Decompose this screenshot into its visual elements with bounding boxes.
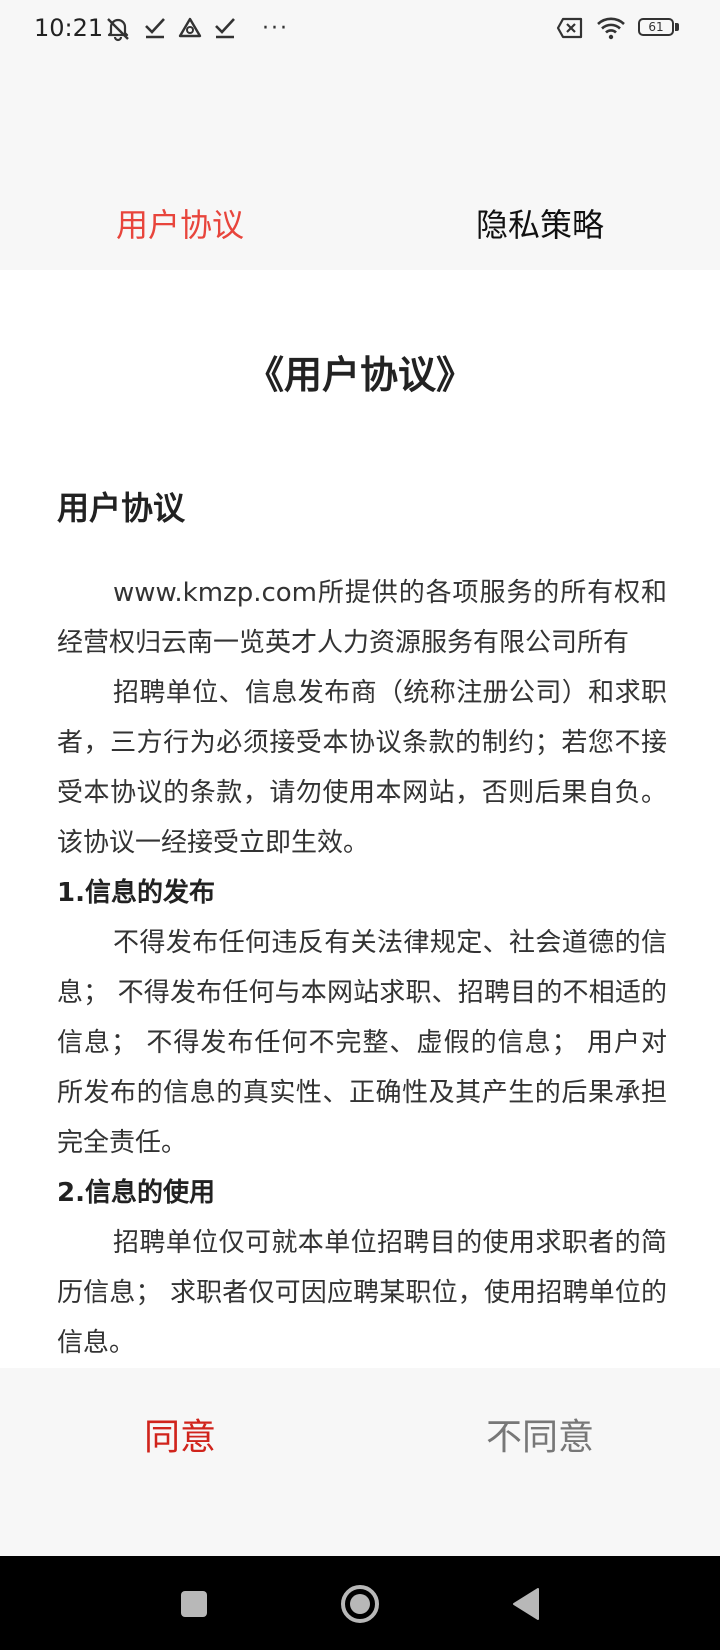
tab-privacy-policy[interactable]: 隐私策略 [360,202,720,248]
wifi-icon [596,16,626,40]
sim-x-icon [556,17,584,39]
paragraph-info-use: 招聘单位仅可就本单位招聘目的使用求职者的简历信息； 求职者仅可因应聘某职位，使用… [57,1228,667,1358]
home-circle-icon[interactable] [336,1580,384,1628]
alarm-off-icon [104,14,132,42]
agreement-content[interactable]: 《用户协议》 用户协议 www.kmzp.com所提供的各项服务的所有权和经营权… [0,270,720,1368]
triangle-app-icon [178,16,202,40]
recents-square-icon[interactable] [170,1580,218,1628]
paragraph-info-publish: 不得发布任何违反有关法律规定、社会道德的信息； 不得发布任何与本网站求职、招聘目… [57,928,667,1158]
tab-user-agreement[interactable]: 用户协议 [0,202,360,248]
paragraph-ownership: www.kmzp.com所提供的各项服务的所有权和经营权归云南一览英才人力资源服… [57,578,667,658]
status-icons-right: 61 [556,12,680,44]
section-title: 用户协议 [57,489,186,527]
battery-icon: 61 [638,18,680,38]
status-icons-left: ··· [104,12,289,44]
check-icon [144,16,166,40]
disagree-button[interactable]: 不同意 [360,1414,720,1462]
heading-info-publish: 1.信息的发布 [57,878,215,908]
battery-level: 61 [638,18,674,36]
status-bar: 10:21 ··· 61 [0,0,720,56]
document-title: 《用户协议》 [245,353,474,397]
paragraph-terms: 招聘单位、信息发布商（统称注册公司）和求职者，三方行为必须接受本协议条款的制约；… [57,678,667,858]
heading-info-use: 2.信息的使用 [57,1178,215,1208]
check-icon [214,16,236,40]
more-notifications-icon: ··· [262,15,289,41]
back-triangle-icon[interactable] [502,1580,550,1628]
navigation-bar [0,1556,720,1650]
agree-button[interactable]: 同意 [0,1414,360,1462]
agreement-body: www.kmzp.com所提供的各项服务的所有权和经营权归云南一览英才人力资源服… [57,568,667,1368]
action-bar: 同意 不同意 [0,1368,720,1556]
tab-bar: 用户协议 隐私策略 [0,180,720,270]
status-time: 10:21 [34,14,104,42]
